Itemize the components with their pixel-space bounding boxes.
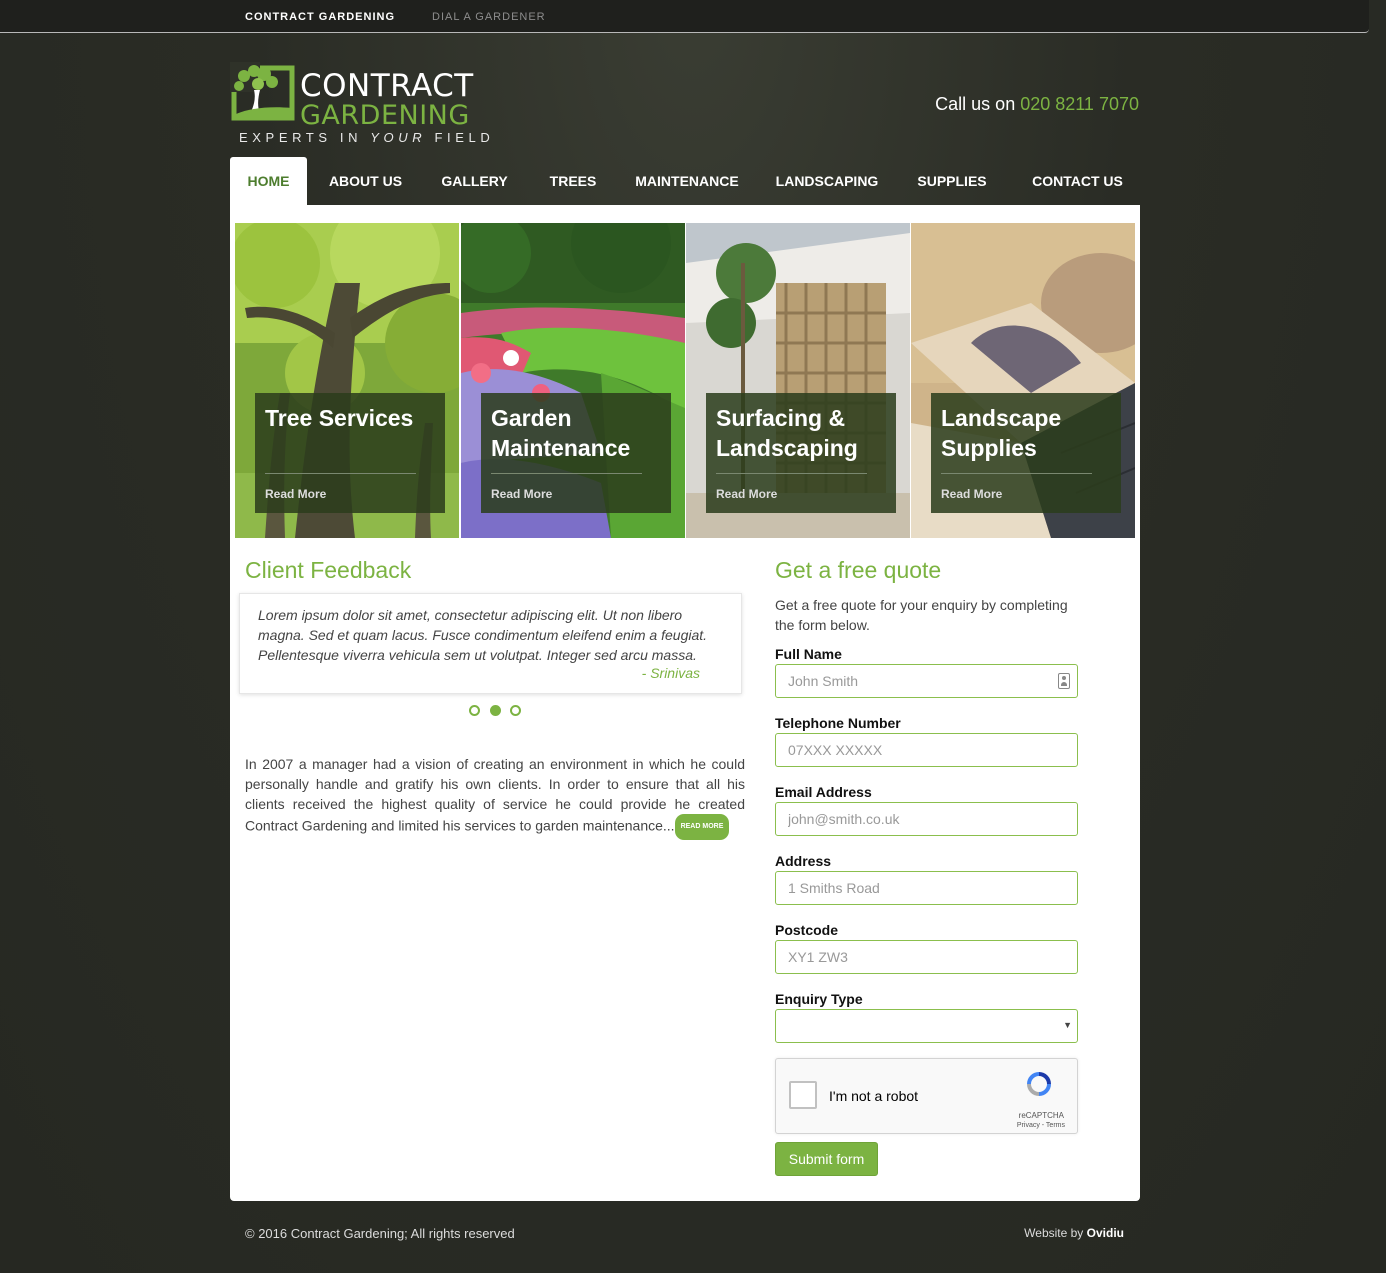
pager-dot-2[interactable]: [490, 705, 501, 716]
full-name-label: Full Name: [775, 646, 842, 662]
phone-prefix: Call us on: [935, 94, 1021, 114]
nav-item-gallery[interactable]: Gallery: [430, 157, 519, 206]
caption-divider: [716, 473, 867, 474]
caption-divider: [265, 473, 416, 474]
tile-caption: Surfacing & Landscaping Read More: [706, 393, 896, 513]
read-more-link[interactable]: Read More: [265, 487, 326, 501]
site-logo[interactable]: CONTRACT GARDENING EXPERTS IN YOUR FIELD: [230, 62, 500, 148]
caption-divider: [941, 473, 1092, 474]
read-more-link[interactable]: Read More: [716, 487, 777, 501]
nav-item-home[interactable]: Home: [230, 157, 307, 206]
tile-caption: Tree Services Read More: [255, 393, 445, 513]
email-field[interactable]: [775, 802, 1078, 836]
footer-copyright: © 2016 Contract Gardening; All rights re…: [245, 1226, 515, 1241]
nav-item-supplies[interactable]: Supplies: [908, 157, 996, 206]
tile-title: Landscape Supplies: [941, 405, 1062, 461]
submit-form-button[interactable]: Submit form: [775, 1142, 878, 1176]
tile-title: Tree Services: [265, 405, 414, 431]
pager-dot-1[interactable]: [469, 705, 480, 716]
logo-tagline: EXPERTS IN YOUR FIELD: [239, 130, 495, 145]
about-read-more-button[interactable]: Read More: [674, 814, 730, 840]
recaptcha-widget: I'm not a robot reCAPTCHA Privacy - Term…: [775, 1058, 1078, 1134]
nav-item-contact-us[interactable]: Contact Us: [1020, 157, 1135, 206]
logo-word-gardening: GARDENING: [300, 100, 470, 131]
recaptcha-label: I'm not a robot: [829, 1088, 919, 1104]
pager-dot-3[interactable]: [510, 705, 521, 716]
service-tile-tree-services[interactable]: Tree Services Read More: [235, 223, 459, 538]
phone-number[interactable]: 020 8211 7070: [1020, 94, 1139, 114]
service-tile-landscape-supplies[interactable]: Landscape Supplies Read More: [911, 223, 1135, 538]
nav-item-landscaping[interactable]: Landscaping: [768, 157, 886, 206]
read-more-link[interactable]: Read More: [491, 487, 552, 501]
client-feedback-heading: Client Feedback: [245, 557, 412, 583]
topbar-link-dial-a-gardener[interactable]: Dial a Gardener: [432, 11, 546, 23]
service-tile-surfacing-landscaping[interactable]: Surfacing & Landscaping Read More: [686, 223, 910, 538]
logo-word-contract: CONTRACT: [300, 68, 474, 104]
tile-caption: Landscape Supplies Read More: [931, 393, 1121, 513]
read-more-link[interactable]: Read More: [941, 487, 1002, 501]
about-text: In 2007 a manager had a vision of creati…: [245, 756, 745, 834]
chevron-down-icon: ▼: [1063, 1020, 1072, 1030]
address-label: Address: [775, 853, 832, 869]
footer-credit-author-link[interactable]: Ovidiu: [1087, 1226, 1124, 1240]
tile-title: Garden Maintenance: [491, 405, 631, 461]
main-nav: Home About Us Gallery Trees Maintenance …: [230, 157, 1140, 206]
topbar-link-contract-gardening[interactable]: Contract Gardening: [245, 11, 395, 23]
service-tile-garden-maintenance[interactable]: Garden Maintenance Read More: [461, 223, 685, 538]
telephone-label: Telephone Number: [775, 715, 901, 731]
free-quote-heading: Get a free quote: [775, 557, 942, 583]
enquiry-type-label: Enquiry Type: [775, 991, 863, 1007]
phone-callout: Call us on 020 8211 7070: [935, 94, 1139, 115]
telephone-field[interactable]: [775, 733, 1078, 767]
recaptcha-checkbox[interactable]: [789, 1081, 817, 1109]
nav-item-maintenance[interactable]: Maintenance: [628, 157, 746, 206]
postcode-field[interactable]: [775, 940, 1078, 974]
tree-icon: [230, 62, 295, 121]
testimonial-card: Lorem ipsum dolor sit amet, consectetur …: [239, 593, 742, 694]
postcode-label: Postcode: [775, 922, 839, 938]
nav-item-trees[interactable]: Trees: [536, 157, 610, 206]
full-name-wrapper: [775, 664, 1078, 698]
full-name-field[interactable]: [775, 664, 1078, 698]
recaptcha-terms-link[interactable]: Privacy - Terms: [1017, 1122, 1065, 1129]
email-label: Email Address: [775, 784, 872, 800]
caption-divider: [491, 473, 642, 474]
footer-credit: Website by Ovidiu: [1024, 1226, 1124, 1240]
top-bar: Contract Gardening Dial a Gardener: [0, 0, 1369, 33]
free-quote-intro: Get a free quote for your enquiry by com…: [775, 597, 1068, 633]
tile-caption: Garden Maintenance Read More: [481, 393, 671, 513]
nav-item-about-us[interactable]: About Us: [318, 157, 413, 206]
recaptcha-brand: reCAPTCHA: [1018, 1111, 1064, 1120]
tile-title: Surfacing & Landscaping: [716, 405, 858, 461]
testimonial-author: - Srinivas: [641, 665, 700, 681]
address-field[interactable]: [775, 871, 1078, 905]
autofill-contact-icon[interactable]: [1058, 673, 1070, 689]
about-summary: In 2007 a manager had a vision of creati…: [245, 754, 745, 840]
testimonial-quote: Lorem ipsum dolor sit amet, consectetur …: [258, 607, 708, 663]
enquiry-type-select[interactable]: ▼: [775, 1009, 1078, 1043]
main-content: Tree Services Read More Garden Maintenan…: [230, 205, 1140, 1201]
testimonial-pager: [469, 705, 525, 717]
recaptcha-logo-icon: [1027, 1072, 1051, 1096]
